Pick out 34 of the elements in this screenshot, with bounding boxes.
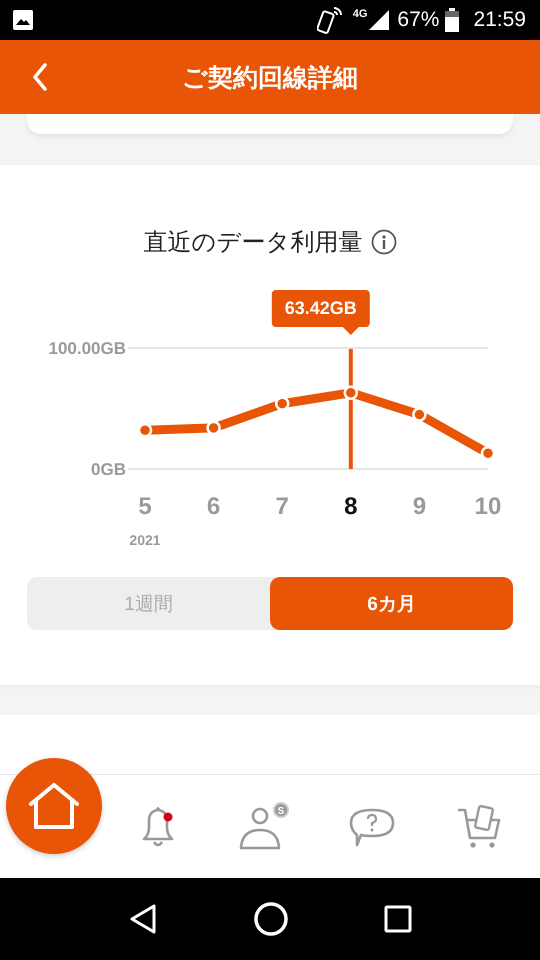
- year-label: 2021: [129, 532, 161, 548]
- month-label[interactable]: 7: [276, 493, 289, 520]
- network-label: 4G: [352, 8, 368, 20]
- header-title: ご契約回線詳細: [181, 62, 359, 94]
- y-tick-label: 100.00GB: [48, 339, 126, 358]
- data-point[interactable]: [274, 396, 290, 411]
- data-point[interactable]: [344, 386, 358, 400]
- month-label[interactable]: 10: [474, 493, 502, 520]
- data-point[interactable]: [206, 420, 221, 436]
- info-icon[interactable]: [370, 229, 396, 255]
- data-point[interactable]: [480, 446, 496, 461]
- y-tick-label: 0GB: [91, 460, 126, 479]
- month-label[interactable]: 8: [344, 493, 358, 520]
- card-title: 直近のデータ利用量: [144, 228, 362, 258]
- home-icon: [27, 782, 81, 830]
- battery-percent: 67%: [397, 8, 440, 32]
- back-icon: [32, 63, 48, 91]
- cart-icon[interactable]: [456, 804, 501, 850]
- back-icon[interactable]: [128, 903, 158, 935]
- month-label[interactable]: 5: [138, 493, 152, 520]
- clock: 21:59: [473, 8, 526, 32]
- month-label[interactable]: 9: [412, 493, 426, 520]
- signal-icon: [367, 8, 392, 32]
- data-point[interactable]: [138, 423, 152, 438]
- home-circle-icon[interactable]: [252, 901, 289, 937]
- data-point[interactable]: [412, 407, 427, 422]
- period-tab[interactable]: 6カ月: [270, 577, 513, 630]
- period-tab[interactable]: 1週間: [27, 577, 270, 630]
- tooltip-value: 63.42GB: [284, 298, 357, 318]
- battery-icon: [445, 8, 460, 32]
- recents-icon[interactable]: [384, 905, 412, 933]
- month-label[interactable]: 6: [206, 493, 220, 520]
- bell-icon[interactable]: [140, 804, 176, 848]
- image-icon: [12, 9, 34, 31]
